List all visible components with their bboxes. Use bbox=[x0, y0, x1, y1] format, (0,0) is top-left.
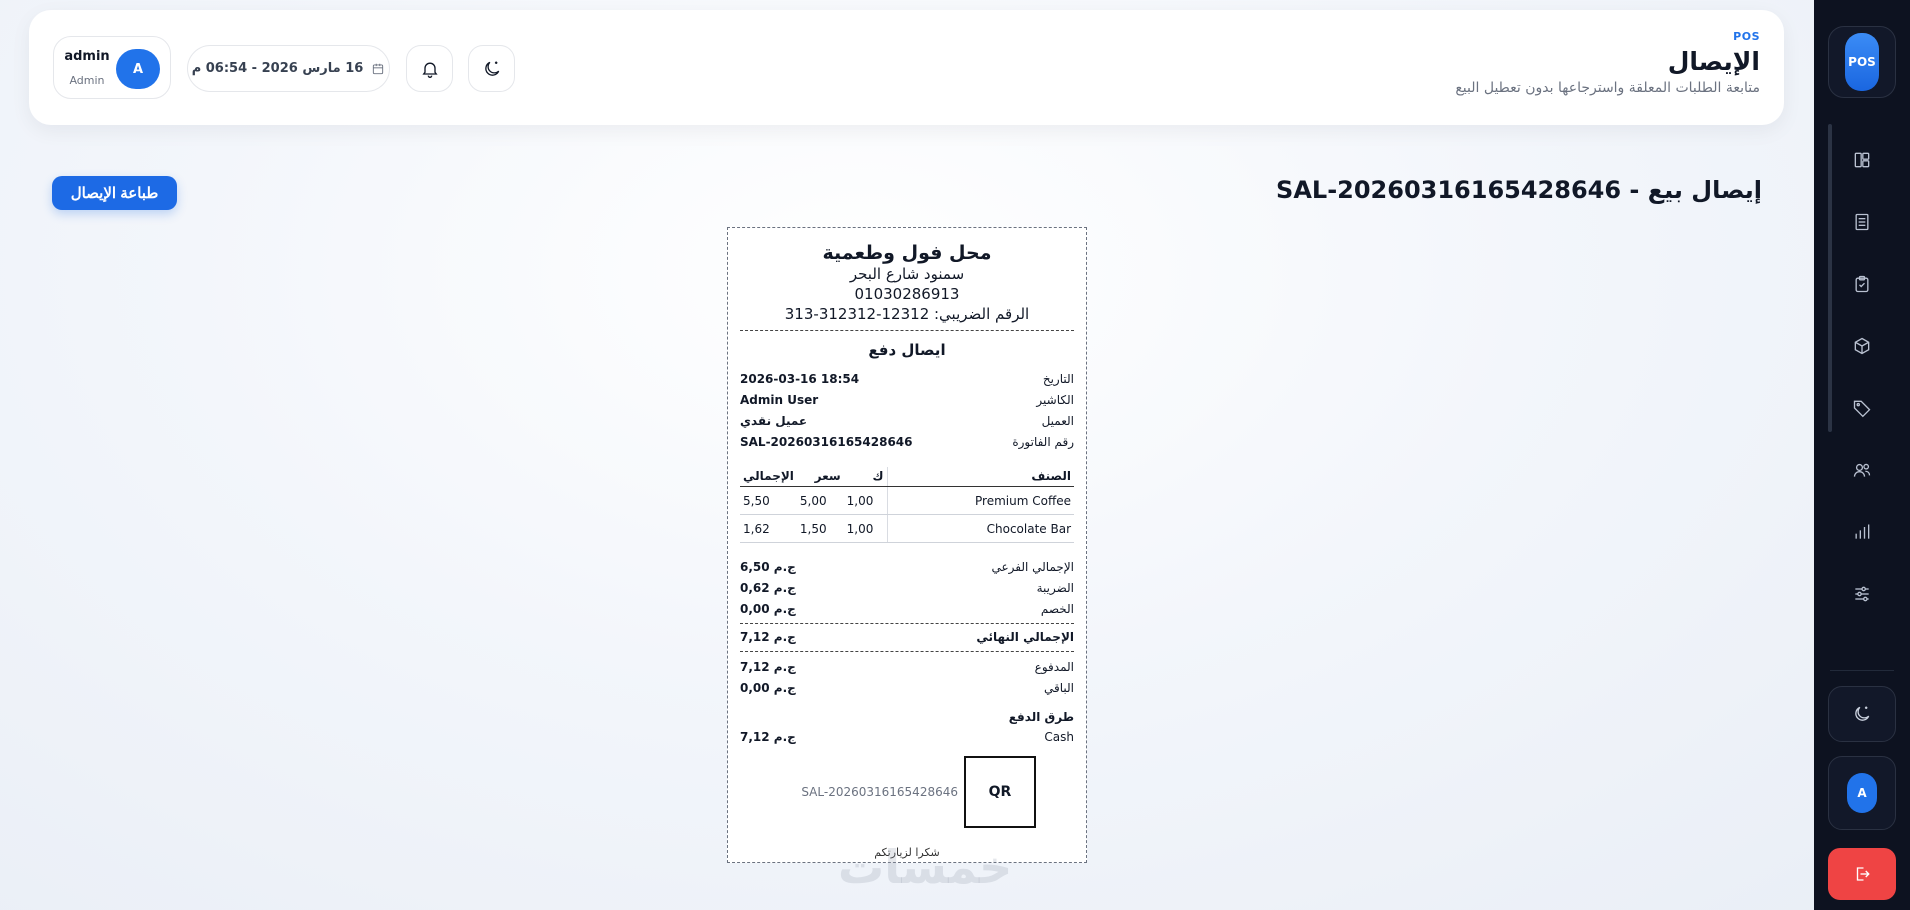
tax-value: ج.م 0,62 bbox=[740, 581, 796, 595]
discount-label: الخصم bbox=[1040, 602, 1074, 616]
discount-value: ج.م 0,00 bbox=[740, 602, 796, 616]
info-label: الكاشير bbox=[1036, 393, 1074, 407]
info-value: عميل نقدي bbox=[740, 414, 808, 428]
payment-method: Cash bbox=[1044, 730, 1074, 744]
theme-toggle-button[interactable] bbox=[468, 45, 515, 92]
item-qty: 1,00 bbox=[843, 486, 888, 515]
info-value: SAL-20260316165428646 bbox=[740, 435, 913, 449]
grand-total-row: الإجمالي النهائي ج.م 7,12 bbox=[740, 623, 1074, 652]
print-receipt-button[interactable]: طباعة الإيصال bbox=[52, 176, 177, 210]
calendar-icon bbox=[373, 63, 384, 74]
info-label: رقم الفاتورة bbox=[1012, 435, 1074, 449]
dashboard-icon[interactable] bbox=[1846, 144, 1878, 176]
sidebar-user-card[interactable]: A bbox=[1828, 756, 1896, 830]
avatar: A bbox=[1847, 773, 1877, 813]
products-icon[interactable] bbox=[1846, 330, 1878, 362]
item-total: 1,62 bbox=[740, 514, 797, 543]
info-label: العميل bbox=[1041, 414, 1074, 428]
orders-icon[interactable] bbox=[1846, 268, 1878, 300]
receipt-icon[interactable] bbox=[1846, 206, 1878, 238]
reports-icon[interactable] bbox=[1846, 516, 1878, 548]
app-logo: POS bbox=[1845, 33, 1879, 91]
header-titles: POS الإيصال متابعة الطلبات المعلقة واستر… bbox=[1455, 30, 1760, 96]
tags-icon[interactable] bbox=[1846, 392, 1878, 424]
subtotal-row: الإجمالي الفرعي ج.م 6,50 bbox=[740, 557, 1074, 578]
qr-section: QR SAL-20260316165428646 bbox=[740, 756, 1036, 828]
info-row-cashier: الكاشير Admin User bbox=[740, 390, 1074, 411]
sidebar: POS A bbox=[1814, 0, 1910, 910]
sidebar-scrollbar[interactable] bbox=[1828, 124, 1832, 432]
info-row-date: التاريخ 2026-03-16 18:54 bbox=[740, 369, 1074, 390]
receipt-paper: محل فول وطعمية سمنود شارع البحر 01030286… bbox=[727, 227, 1087, 863]
divider bbox=[740, 330, 1074, 331]
store-phone: 01030286913 bbox=[854, 285, 960, 303]
grand-total-label: الإجمالي النهائي bbox=[976, 630, 1074, 644]
sidebar-divider bbox=[1830, 670, 1894, 671]
subtotal-value: ج.م 6,50 bbox=[740, 560, 796, 574]
receipt-doc-title: ايصال دفع bbox=[868, 341, 946, 359]
settings-icon[interactable] bbox=[1846, 578, 1878, 610]
change-label: الباقي bbox=[1043, 681, 1074, 695]
tax-row: الضريبة ج.م 0,62 bbox=[740, 578, 1074, 599]
paid-row: المدفوع ج.م 7,12 bbox=[740, 657, 1074, 678]
table-row: Premium Coffee 1,00 5,00 5,50 bbox=[740, 486, 1074, 515]
notifications-button[interactable] bbox=[406, 45, 453, 92]
page-header: POS الإيصال متابعة الطلبات المعلقة واستر… bbox=[29, 10, 1784, 125]
change-row: الباقي ج.م 0,00 bbox=[740, 678, 1074, 699]
info-row-customer: العميل عميل نقدي bbox=[740, 411, 1074, 432]
paid-label: المدفوع bbox=[1034, 660, 1074, 674]
page-subtitle: متابعة الطلبات المعلقة واسترجاعها بدون ت… bbox=[1455, 80, 1760, 96]
items-table: الصنف ك سعر الإجمالي Premium Coffee 1,00… bbox=[740, 467, 1074, 543]
item-total: 5,50 bbox=[740, 486, 797, 515]
receipt-heading: إيصال بيع - SAL-20260316165428646 bbox=[1276, 176, 1762, 204]
payment-amount: ج.م 7,12 bbox=[740, 730, 796, 744]
column-header-qty: ك bbox=[843, 467, 888, 487]
grand-total-value: ج.م 7,12 bbox=[740, 630, 796, 644]
column-header-price: سعر bbox=[796, 467, 844, 487]
bell-icon bbox=[421, 62, 438, 78]
logout-button[interactable] bbox=[1828, 848, 1896, 900]
user-name: admin bbox=[64, 49, 110, 64]
discount-row: الخصم ج.م 0,00 bbox=[740, 599, 1074, 620]
item-name: Premium Coffee bbox=[886, 486, 1074, 515]
table-row: Chocolate Bar 1,00 1,50 1,62 bbox=[740, 514, 1074, 543]
change-value: ج.م 0,00 bbox=[740, 681, 796, 695]
info-value: Admin User bbox=[740, 393, 819, 407]
user-role: Admin bbox=[69, 74, 105, 87]
payment-methods-title: طرق الدفع bbox=[1008, 710, 1074, 724]
sidebar-logo-card[interactable]: POS bbox=[1828, 26, 1896, 98]
avatar: A bbox=[116, 49, 160, 89]
item-price: 5,00 bbox=[796, 486, 844, 515]
logout-icon bbox=[1856, 867, 1870, 881]
table-header-row: الصنف ك سعر الإجمالي bbox=[740, 467, 1074, 487]
item-price: 1,50 bbox=[796, 514, 844, 543]
qr-code: QR bbox=[964, 756, 1036, 828]
qr-reference: SAL-20260316165428646 bbox=[801, 785, 958, 799]
column-header-item: الصنف bbox=[886, 467, 1074, 487]
sidebar-theme-toggle[interactable] bbox=[1828, 686, 1896, 742]
store-address: سمنود شارع البحر bbox=[849, 265, 965, 283]
payment-row: Cash ج.م 7,12 bbox=[740, 727, 1074, 748]
item-qty: 1,00 bbox=[843, 514, 888, 543]
subtotal-label: الإجمالي الفرعي bbox=[991, 560, 1074, 574]
customers-icon[interactable] bbox=[1846, 454, 1878, 486]
watermark: خمسات bbox=[838, 840, 1013, 894]
moon-icon bbox=[484, 61, 499, 76]
tax-label: الضريبة bbox=[1036, 581, 1074, 595]
header-kicker: POS bbox=[1733, 30, 1760, 43]
page-title: الإيصال bbox=[1667, 47, 1760, 76]
datetime-text: 16 مارس 2026 - 06:54 م bbox=[191, 61, 364, 76]
moon-icon bbox=[1855, 706, 1870, 721]
datetime-chip: 16 مارس 2026 - 06:54 م bbox=[187, 45, 390, 92]
column-header-total: الإجمالي bbox=[740, 467, 797, 487]
info-label: التاريخ bbox=[1042, 372, 1074, 386]
paid-value: ج.م 7,12 bbox=[740, 660, 796, 674]
store-name: محل فول وطعمية bbox=[822, 242, 992, 264]
info-value: 2026-03-16 18:54 bbox=[740, 372, 860, 386]
info-row-invoice: رقم الفاتورة SAL-20260316165428646 bbox=[740, 432, 1074, 453]
sidebar-nav bbox=[1846, 144, 1878, 610]
store-tax-number: الرقم الضريبي: 12312-312312-313 bbox=[784, 305, 1030, 323]
user-menu[interactable]: A admin Admin bbox=[53, 36, 171, 99]
item-name: Chocolate Bar bbox=[886, 514, 1074, 543]
